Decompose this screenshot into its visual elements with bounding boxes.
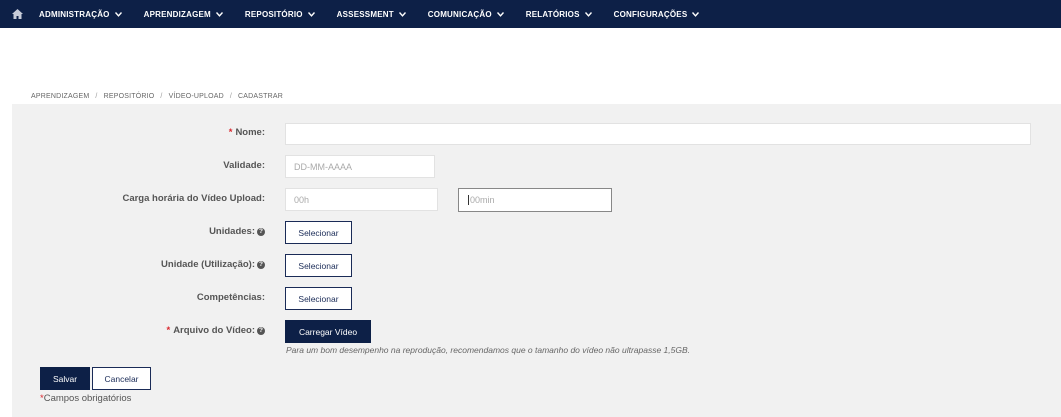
nav-item-repositorio[interactable]: REPOSITÓRIO — [245, 10, 315, 19]
chevron-down-icon — [114, 11, 122, 17]
chevron-down-icon — [584, 11, 592, 17]
chevron-down-icon — [692, 11, 700, 17]
button-label: Selecionar — [298, 260, 339, 271]
nav-item-label: ADMINISTRAÇÃO — [39, 9, 110, 19]
nav-item-comunicacao[interactable]: COMUNICAÇÃO — [428, 10, 504, 19]
help-icon[interactable]: ? — [257, 326, 265, 335]
breadcrumb-item-repositorio[interactable]: REPOSITÓRIO — [104, 93, 155, 100]
unidades-select-button[interactable]: Selecionar — [285, 221, 352, 244]
nav-item-aprendizagem[interactable]: APRENDIZAGEM — [144, 10, 223, 19]
button-label: Carregar Vídeo — [298, 326, 358, 337]
competencias-select-button[interactable]: Selecionar — [285, 287, 352, 310]
arquivo-label-text: Arquivo do Vídeo: — [173, 325, 255, 336]
button-label: Cancelar — [104, 373, 139, 384]
nav-item-administracao[interactable]: ADMINISTRAÇÃO — [39, 10, 122, 19]
chevron-down-icon — [215, 11, 223, 17]
upload-hint: Para um bom desempenho na reprodução, re… — [286, 345, 691, 355]
validade-label: Validade: — [223, 160, 265, 171]
home-icon[interactable] — [0, 0, 34, 28]
nome-label: * Nome: — [229, 127, 265, 138]
unidades-label: Unidades: ? — [209, 226, 265, 237]
required-marker: * — [228, 127, 233, 138]
nav-item-label: ASSESSMENT — [336, 9, 394, 19]
button-label: Selecionar — [298, 293, 339, 304]
top-navbar: ADMINISTRAÇÃO APRENDIZAGEM REPOSITÓRIO A… — [0, 0, 1061, 28]
nav-item-relatorios[interactable]: RELATÓRIOS — [526, 10, 592, 19]
nav-item-label: APRENDIZAGEM — [143, 9, 211, 19]
nav-item-configuracoes[interactable]: CONFIGURAÇÕES — [614, 10, 700, 19]
breadcrumb-item-aprendizagem[interactable]: APRENDIZAGEM — [31, 93, 89, 100]
required-note-text: Campos obrigatórios — [43, 393, 132, 404]
carga-label-text: Carga horária do Vídeo Upload: — [122, 193, 265, 204]
button-label: Salvar — [52, 373, 78, 384]
breadcrumb: APRENDIZAGEM / REPOSITÓRIO / VÍDEO-UPLOA… — [31, 93, 283, 100]
text-caret — [468, 195, 469, 205]
save-button[interactable]: Salvar — [40, 367, 90, 390]
help-icon[interactable]: ? — [257, 227, 265, 236]
button-label: Selecionar — [298, 227, 339, 238]
nav-item-label: COMUNICAÇÃO — [427, 9, 492, 19]
arquivo-label: * Arquivo do Vídeo: ? — [166, 325, 265, 336]
chevron-down-icon — [398, 11, 406, 17]
breadcrumb-separator: / — [229, 93, 233, 100]
unidade-utilizacao-label-text: Unidade (Utilização): — [161, 259, 255, 270]
carga-hours-input[interactable]: 00h — [285, 188, 438, 211]
unidade-utilizacao-label: Unidade (Utilização): ? — [161, 259, 265, 270]
unidades-label-text: Unidades: — [209, 226, 255, 237]
competencias-label-text: Competências: — [196, 292, 265, 303]
breadcrumb-item-video-upload[interactable]: VÍDEO-UPLOAD — [169, 93, 224, 100]
validade-label-text: Validade: — [223, 160, 265, 171]
carga-minutes-input[interactable]: 00min — [458, 188, 612, 212]
cancel-button[interactable]: Cancelar — [92, 367, 151, 390]
nome-input[interactable] — [285, 123, 1031, 145]
unidade-utilizacao-select-button[interactable]: Selecionar — [285, 254, 352, 277]
required-fields-note: *Campos obrigatórios — [40, 393, 131, 404]
chevron-down-icon — [307, 11, 315, 17]
required-marker: * — [166, 325, 171, 336]
help-icon[interactable]: ? — [257, 260, 265, 269]
validade-input[interactable]: DD-MM-AAAA — [285, 155, 435, 178]
nav-item-label: CONFIGURAÇÕES — [613, 9, 688, 19]
competencias-label: Competências: — [197, 292, 265, 303]
breadcrumb-separator: / — [95, 93, 98, 100]
chevron-down-icon — [496, 11, 504, 17]
nome-label-text: Nome: — [235, 127, 265, 138]
upload-video-button[interactable]: Carregar Vídeo — [285, 320, 371, 343]
carga-label: Carga horária do Vídeo Upload: — [122, 193, 265, 204]
breadcrumb-item-cadastrar: CADASTRAR — [238, 93, 284, 100]
breadcrumb-separator: / — [160, 93, 163, 100]
validade-placeholder: DD-MM-AAAA — [294, 161, 352, 172]
carga-minutes-placeholder: 00min — [470, 195, 495, 205]
nav-item-assessment[interactable]: ASSESSMENT — [337, 10, 406, 19]
nav-item-label: REPOSITÓRIO — [244, 9, 303, 19]
nav-item-label: RELATÓRIOS — [525, 9, 580, 19]
carga-hours-placeholder: 00h — [294, 194, 310, 205]
